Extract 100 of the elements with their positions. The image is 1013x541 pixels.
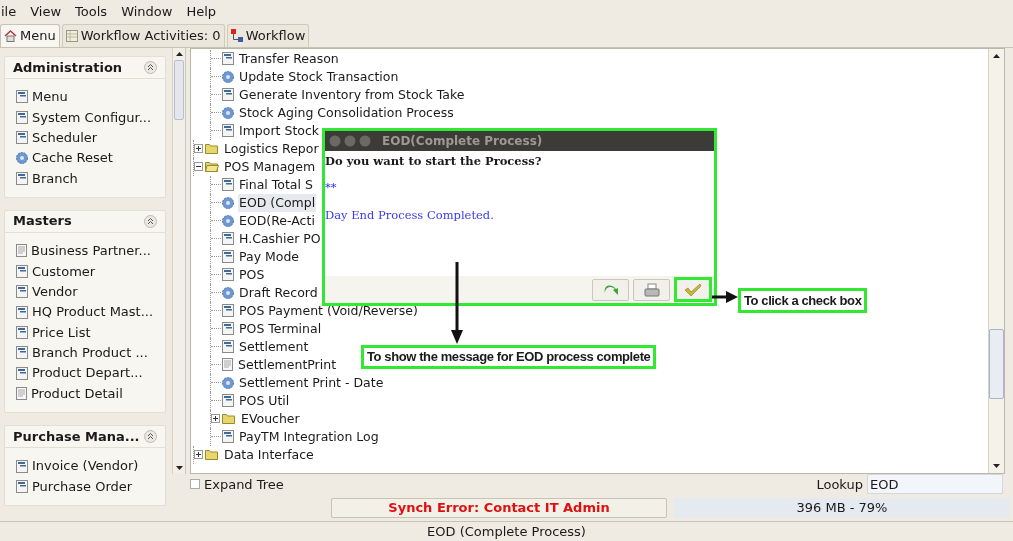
folder-icon (222, 413, 236, 425)
form-icon (16, 90, 28, 104)
tree-item[interactable]: Settlement Print - Date (238, 373, 385, 392)
form-icon (16, 131, 28, 145)
section-title: Administration (13, 58, 123, 77)
menu-title[interactable]: Tools (75, 1, 108, 22)
document-icon (222, 358, 233, 372)
scroll-up-icon[interactable] (175, 51, 183, 56)
arrow (712, 291, 738, 303)
workflow-icon (230, 29, 243, 43)
tree-item[interactable]: POS (238, 265, 266, 284)
sidebar-item[interactable]: HQ Product Mast... (32, 302, 154, 322)
scroll-down-icon[interactable] (175, 465, 183, 470)
error-status-button[interactable]: Synch Error: Contact IT Admin (331, 497, 667, 518)
form-icon (16, 325, 28, 339)
gear-icon (222, 196, 234, 209)
menu-title[interactable]: ile (1, 1, 17, 22)
sidebar-item[interactable]: Branch (32, 168, 78, 189)
tree-item[interactable]: Generate Inventory from Stock Take (238, 85, 466, 104)
tree-item[interactable]: H.Cashier PO (238, 229, 322, 248)
dialog-title: EOD(Complete Process) (382, 133, 543, 150)
tree-item[interactable]: SettlementPrint (237, 355, 338, 374)
form-icon (222, 232, 234, 246)
sidebar-item[interactable]: System Configur... (32, 107, 152, 128)
sidebar-item[interactable]: Vendor (32, 281, 78, 302)
annotation-label: To show the message for EOD process complete (361, 345, 657, 369)
collapse-icon[interactable] (144, 214, 157, 228)
gear-icon (222, 286, 234, 299)
tree-item[interactable]: Update Stock Transaction (238, 67, 400, 86)
sidebar-item[interactable]: Scheduler (32, 127, 98, 148)
scroll-down-icon[interactable] (993, 463, 1000, 468)
tree-item[interactable]: Draft Record (238, 283, 319, 302)
menu-title[interactable]: Window (121, 1, 173, 22)
tree-item[interactable]: POS Util (238, 391, 291, 410)
form-icon (222, 394, 234, 408)
refresh-button[interactable] (592, 278, 629, 301)
form-icon (222, 340, 234, 354)
form-icon (222, 52, 234, 66)
tree-item[interactable]: Logistics Repor (223, 139, 320, 158)
tree-item[interactable]: POS Managem (223, 157, 317, 176)
expand-tree-checkbox[interactable] (190, 479, 200, 490)
menu-title[interactable]: View (30, 1, 62, 22)
sidebar-item[interactable]: Business Partner... (31, 241, 151, 261)
scrollbar[interactable] (988, 48, 1004, 473)
form-icon (16, 285, 28, 299)
tab[interactable]: Menu (0, 23, 60, 47)
status-bar: EOD (Complete Process) (0, 520, 1013, 541)
expand-icon[interactable] (194, 144, 203, 154)
tree-item[interactable]: Import Stock (238, 121, 321, 140)
print-button[interactable] (633, 278, 670, 301)
scroll-thumb[interactable] (989, 328, 1004, 399)
collapse-icon[interactable] (144, 60, 157, 74)
checkmark-icon (684, 282, 702, 297)
sidebar-item[interactable]: Cache Reset (32, 148, 113, 168)
expand-icon[interactable] (211, 414, 220, 424)
collapse-icon[interactable] (144, 429, 157, 443)
tree-item[interactable]: EOD (Compl (238, 193, 317, 212)
gear-icon (222, 214, 234, 227)
tree-item[interactable]: EOD(Re-Acti (238, 211, 316, 230)
menu-title[interactable]: Help (186, 1, 217, 22)
tree-item[interactable]: Data Interface (223, 445, 315, 464)
sidebar-item[interactable]: Customer (32, 261, 96, 282)
sidebar-item[interactable]: Branch Product ... (32, 343, 148, 363)
scrollbar[interactable] (172, 47, 185, 474)
tab[interactable]: Workflow Activities: 0 (61, 23, 225, 47)
dialog-question: Do you want to start the Process? (325, 153, 543, 170)
form-icon (16, 110, 28, 124)
sidebar-item[interactable]: Invoice (Vendor) (32, 456, 139, 476)
scroll-thumb[interactable] (174, 59, 184, 120)
tree-item[interactable]: POS Payment (Void/Reverse) (238, 301, 419, 320)
tree-item[interactable]: Transfer Reason (238, 49, 340, 68)
tree-item[interactable]: Settlement (238, 337, 310, 356)
tree-item[interactable]: Stock Aging Consolidation Process (238, 103, 455, 122)
sidebar-item[interactable]: Menu (32, 87, 68, 107)
form-icon (222, 250, 234, 264)
message-marker: ** (325, 179, 338, 197)
scroll-up-icon[interactable] (993, 53, 1000, 58)
gear-icon (16, 152, 28, 165)
home-icon (4, 29, 17, 42)
collapse-icon[interactable] (194, 162, 203, 172)
form-icon (222, 178, 234, 192)
tree-item[interactable]: Pay Mode (238, 247, 301, 266)
form-icon (16, 479, 28, 493)
expand-icon[interactable] (194, 450, 203, 460)
memory-status: 396 MB - 79% (674, 497, 1010, 518)
document-icon (16, 387, 27, 401)
sidebar-item[interactable]: Product Detail (31, 383, 123, 404)
section-title: Masters (13, 212, 72, 231)
sidebar-item[interactable]: Purchase Order (32, 476, 133, 497)
tree-item[interactable]: PayTM Integration Log (238, 427, 380, 446)
tree-item[interactable]: Final Total S (238, 175, 314, 194)
tab[interactable]: Workflow (226, 23, 310, 47)
tree-item[interactable]: POS Terminal (238, 319, 323, 338)
dialog-message: Day End Process Completed. (325, 206, 495, 224)
tree-item[interactable]: EVoucher (240, 409, 301, 428)
lookup-field[interactable]: EOD (867, 474, 1003, 495)
form-icon (16, 346, 28, 360)
sidebar-item[interactable]: Product Depart... (32, 363, 143, 383)
form-icon (16, 264, 28, 278)
sidebar-item[interactable]: Price List (32, 322, 91, 343)
